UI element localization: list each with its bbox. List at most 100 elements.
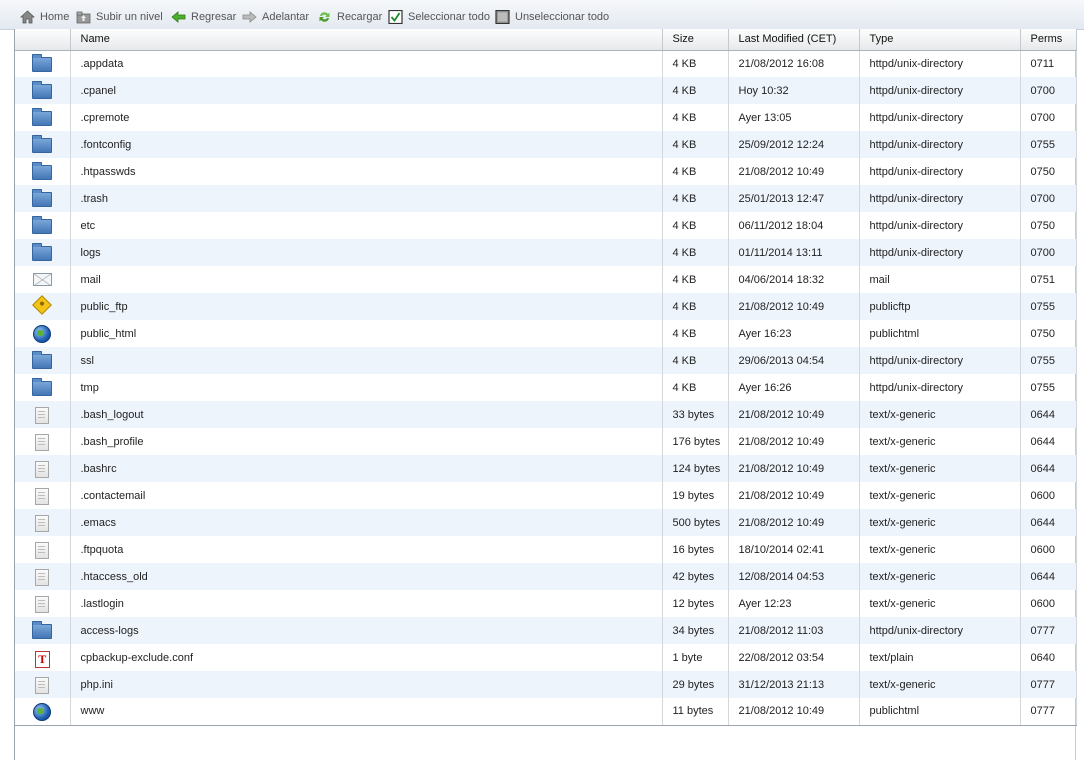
file-perms[interactable]: 0644 xyxy=(1020,509,1077,536)
table-row[interactable]: ssl 4 KB 29/06/2013 04:54 httpd/unix-direct… xyxy=(15,347,1077,374)
table-row[interactable]: www 11 bytes 21/08/2012 10:49 publichtml 077… xyxy=(15,698,1077,726)
up-level-button[interactable]: Subir un nivel xyxy=(76,9,163,25)
unselect-all-button[interactable]: Unseleccionar todo xyxy=(495,9,609,25)
row-icon-cell[interactable] xyxy=(15,671,71,698)
file-name[interactable]: php.ini xyxy=(70,671,663,698)
file-name[interactable]: .bashrc xyxy=(70,455,663,482)
file-perms[interactable]: 0777 xyxy=(1020,617,1077,644)
file-perms[interactable]: 0700 xyxy=(1020,185,1077,212)
table-row[interactable]: etc 4 KB 06/11/2012 18:04 httpd/unix-direct… xyxy=(15,212,1077,239)
table-row[interactable]: .emacs 500 bytes 21/08/2012 10:49 text/x-ge… xyxy=(15,509,1077,536)
forward-button[interactable]: Adelantar xyxy=(242,9,309,25)
table-row[interactable]: mail 4 KB 04/06/2014 18:32 mail 0751 xyxy=(15,266,1077,293)
file-perms[interactable]: 0711 xyxy=(1020,50,1077,77)
file-name[interactable]: .bash_profile xyxy=(70,428,663,455)
row-icon-cell[interactable] xyxy=(15,50,71,77)
table-row[interactable]: access-logs 34 bytes 21/08/2012 11:03 httpd… xyxy=(15,617,1077,644)
column-header-modified[interactable]: Last Modified (CET) xyxy=(728,29,860,51)
file-name[interactable]: .appdata xyxy=(70,50,663,77)
file-perms[interactable]: 0750 xyxy=(1020,320,1077,347)
table-row[interactable]: .fontconfig 4 KB 25/09/2012 12:24 httpd/uni… xyxy=(15,131,1077,158)
column-header-type[interactable]: Type xyxy=(859,29,1021,51)
select-all-button[interactable]: Seleccionar todo xyxy=(388,9,490,25)
table-row[interactable]: .htaccess_old 42 bytes 12/08/2014 04:53 tex… xyxy=(15,563,1077,590)
file-perms[interactable]: 0755 xyxy=(1020,347,1077,374)
table-row[interactable]: Tcpbackup-exclude.conf 1 byte 22/08/2012 0… xyxy=(15,644,1077,671)
row-icon-cell[interactable] xyxy=(15,455,71,482)
file-perms[interactable]: 0755 xyxy=(1020,131,1077,158)
row-icon-cell[interactable] xyxy=(15,698,71,726)
row-icon-cell[interactable] xyxy=(15,293,71,320)
table-row[interactable]: .ftpquota 16 bytes 18/10/2014 02:41 text/x-… xyxy=(15,536,1077,563)
file-perms[interactable]: 0750 xyxy=(1020,212,1077,239)
back-button[interactable]: Regresar xyxy=(171,9,236,25)
row-icon-cell[interactable] xyxy=(15,104,71,131)
file-name[interactable]: logs xyxy=(70,239,663,266)
file-perms[interactable]: 0600 xyxy=(1020,482,1077,509)
table-row[interactable]: .trash 4 KB 25/01/2013 12:47 httpd/unix-dir… xyxy=(15,185,1077,212)
file-name[interactable]: .emacs xyxy=(70,509,663,536)
file-perms[interactable]: 0750 xyxy=(1020,158,1077,185)
column-header-perms[interactable]: Perms xyxy=(1020,29,1077,51)
row-icon-cell[interactable] xyxy=(15,617,71,644)
file-name[interactable]: .bash_logout xyxy=(70,401,663,428)
file-name[interactable]: .trash xyxy=(70,185,663,212)
file-perms[interactable]: 0751 xyxy=(1020,266,1077,293)
file-perms[interactable]: 0600 xyxy=(1020,590,1077,617)
file-perms[interactable]: 0755 xyxy=(1020,374,1077,401)
table-row[interactable]: .bash_logout 33 bytes 21/08/2012 10:49 text… xyxy=(15,401,1077,428)
row-icon-cell[interactable] xyxy=(15,536,71,563)
file-name[interactable]: mail xyxy=(70,266,663,293)
table-row[interactable]: tmp 4 KB Ayer 16:26 httpd/unix-directory 075… xyxy=(15,374,1077,401)
row-icon-cell[interactable] xyxy=(15,266,71,293)
row-icon-cell[interactable] xyxy=(15,320,71,347)
table-row[interactable]: logs 4 KB 01/11/2014 13:11 httpd/unix-direc… xyxy=(15,239,1077,266)
file-name[interactable]: .cpanel xyxy=(70,77,663,104)
table-row[interactable]: .bash_profile 176 bytes 21/08/2012 10:49 te… xyxy=(15,428,1077,455)
row-icon-cell[interactable] xyxy=(15,428,71,455)
row-icon-cell[interactable]: T xyxy=(15,644,71,671)
row-icon-cell[interactable] xyxy=(15,239,71,266)
table-row[interactable]: .lastlogin 12 bytes Ayer 12:23 text/x-gener… xyxy=(15,590,1077,617)
row-icon-cell[interactable] xyxy=(15,158,71,185)
file-perms[interactable]: 0777 xyxy=(1020,671,1077,698)
column-header-size[interactable]: Size xyxy=(662,29,729,51)
file-perms[interactable]: 0600 xyxy=(1020,536,1077,563)
row-icon-cell[interactable] xyxy=(15,374,71,401)
file-perms[interactable]: 0700 xyxy=(1020,104,1077,131)
file-name[interactable]: etc xyxy=(70,212,663,239)
file-perms[interactable]: 0644 xyxy=(1020,563,1077,590)
row-icon-cell[interactable] xyxy=(15,509,71,536)
file-perms[interactable]: 0755 xyxy=(1020,293,1077,320)
row-icon-cell[interactable] xyxy=(15,347,71,374)
home-button[interactable]: Home xyxy=(19,9,69,25)
row-icon-cell[interactable] xyxy=(15,401,71,428)
table-row[interactable]: .appdata 4 KB 21/08/2012 16:08 httpd/unix-d… xyxy=(15,50,1077,77)
file-name[interactable]: tmp xyxy=(70,374,663,401)
file-perms[interactable]: 0644 xyxy=(1020,428,1077,455)
file-perms[interactable]: 0700 xyxy=(1020,77,1077,104)
reload-button[interactable]: Recargar xyxy=(317,9,382,25)
file-perms[interactable]: 0640 xyxy=(1020,644,1077,671)
row-icon-cell[interactable] xyxy=(15,563,71,590)
file-name[interactable]: .htaccess_old xyxy=(70,563,663,590)
table-row[interactable]: public_ftp 4 KB 21/08/2012 10:49 publicftp 0… xyxy=(15,293,1077,320)
file-name[interactable]: cpbackup-exclude.conf xyxy=(70,644,663,671)
table-row[interactable]: .cpanel 4 KB Hoy 10:32 httpd/unix-directory… xyxy=(15,77,1077,104)
table-row[interactable]: .htpasswds 4 KB 21/08/2012 10:49 httpd/unix… xyxy=(15,158,1077,185)
row-icon-cell[interactable] xyxy=(15,77,71,104)
file-name[interactable]: public_html xyxy=(70,320,663,347)
row-icon-cell[interactable] xyxy=(15,482,71,509)
table-row[interactable]: .bashrc 124 bytes 21/08/2012 10:49 text/x-g… xyxy=(15,455,1077,482)
row-icon-cell[interactable] xyxy=(15,185,71,212)
file-name[interactable]: public_ftp xyxy=(70,293,663,320)
file-name[interactable]: .fontconfig xyxy=(70,131,663,158)
file-name[interactable]: .ftpquota xyxy=(70,536,663,563)
file-name[interactable]: .contactemail xyxy=(70,482,663,509)
file-name[interactable]: ssl xyxy=(70,347,663,374)
file-name[interactable]: .cpremote xyxy=(70,104,663,131)
table-row[interactable]: php.ini 29 bytes 31/12/2013 21:13 text/x-ge… xyxy=(15,671,1077,698)
file-name[interactable]: access-logs xyxy=(70,617,663,644)
file-name[interactable]: .htpasswds xyxy=(70,158,663,185)
row-icon-cell[interactable] xyxy=(15,131,71,158)
